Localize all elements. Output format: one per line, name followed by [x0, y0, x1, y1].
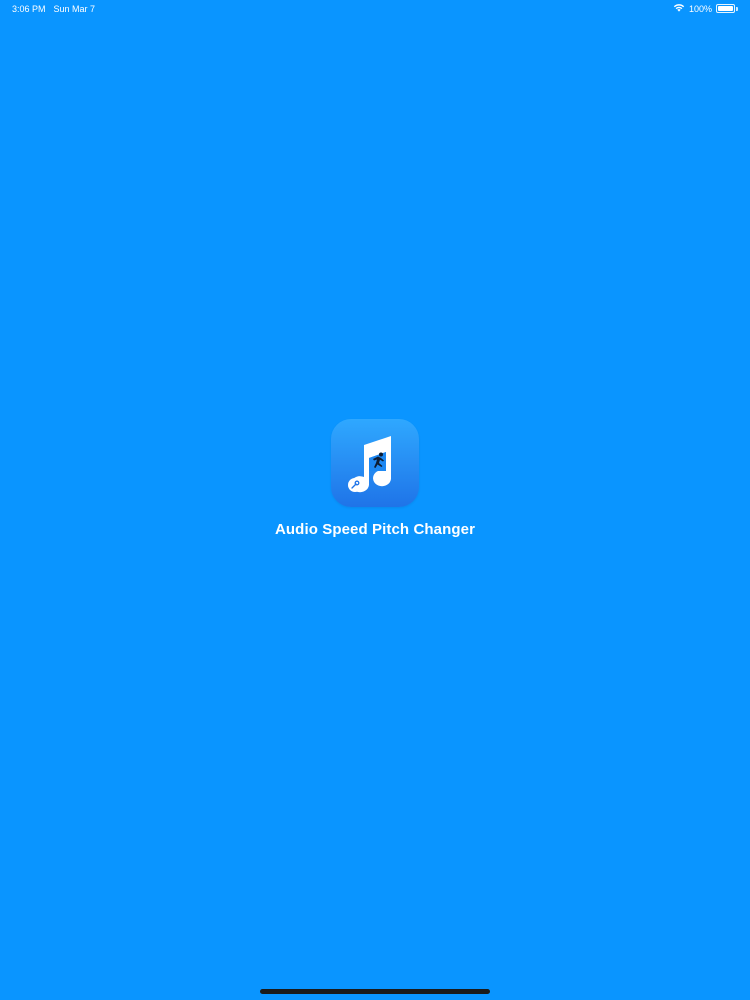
battery-cap	[736, 6, 738, 11]
music-note-runner-icon	[331, 419, 419, 507]
status-date: Sun Mar 7	[53, 4, 96, 14]
battery-fill	[718, 6, 733, 11]
status-right: 100%	[673, 3, 738, 14]
splash-screen: Audio Speed Pitch Changer	[0, 419, 750, 538]
battery-percentage: 100%	[688, 3, 712, 14]
status-time: 3:06 PM	[12, 4, 46, 14]
wifi-icon	[673, 3, 685, 14]
status-left: 3:06 PM Sun Mar 7	[12, 4, 95, 14]
app-icon-graphic	[348, 436, 391, 493]
status-bar: 3:06 PM Sun Mar 7 100%	[0, 0, 750, 18]
home-indicator[interactable]	[260, 989, 490, 994]
battery-icon	[716, 4, 735, 13]
app-name: Audio Speed Pitch Changer	[274, 521, 476, 538]
